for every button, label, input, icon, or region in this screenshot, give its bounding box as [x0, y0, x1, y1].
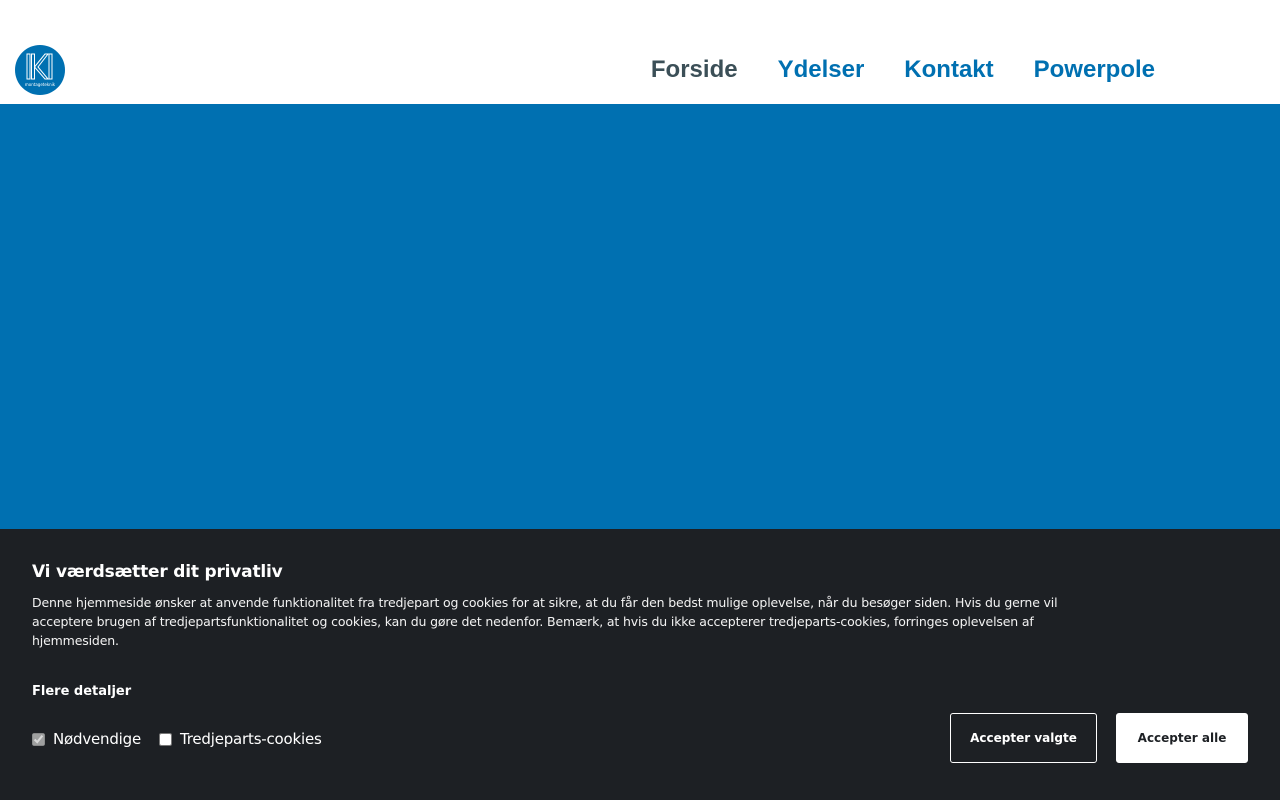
main-nav: Forside Ydelser Kontakt Powerpole	[651, 54, 1155, 86]
cookie-options: Nødvendige Tredjeparts-cookies	[32, 729, 340, 749]
necessary-checkbox[interactable]	[32, 732, 45, 746]
hero-section	[0, 104, 1280, 529]
nav-item-ydelser[interactable]: Ydelser	[778, 54, 865, 86]
nav-item-forside[interactable]: Forside	[651, 54, 738, 86]
nav-item-kontakt[interactable]: Kontakt	[904, 54, 993, 86]
third-party-label: Tredjeparts-cookies	[179, 730, 322, 748]
logo-mark-icon: montageteknik	[25, 53, 56, 87]
site-header: montageteknik Forside Ydelser Kontakt Po…	[0, 0, 1280, 104]
third-party-checkbox[interactable]	[158, 732, 172, 746]
necessary-option[interactable]: Nødvendige	[32, 729, 141, 749]
accept-selected-button[interactable]: Accepter valgte	[950, 713, 1097, 763]
accept-all-button[interactable]: Accepter alle	[1116, 713, 1248, 763]
cookie-description: Denne hjemmeside ønsker at anvende funkt…	[32, 595, 1058, 648]
more-details-link[interactable]: Flere detaljer	[32, 683, 131, 701]
logo-text: montageteknik	[25, 82, 56, 87]
nav-item-powerpole[interactable]: Powerpole	[1034, 54, 1155, 86]
cookie-banner: Vi værdsætter dit privatliv Denne hjemme…	[0, 529, 1280, 800]
logo[interactable]: montageteknik	[15, 45, 65, 95]
necessary-label: Nødvendige	[53, 730, 141, 748]
cookie-title: Vi værdsætter dit privatliv	[32, 562, 283, 582]
third-party-option[interactable]: Tredjeparts-cookies	[158, 729, 322, 749]
